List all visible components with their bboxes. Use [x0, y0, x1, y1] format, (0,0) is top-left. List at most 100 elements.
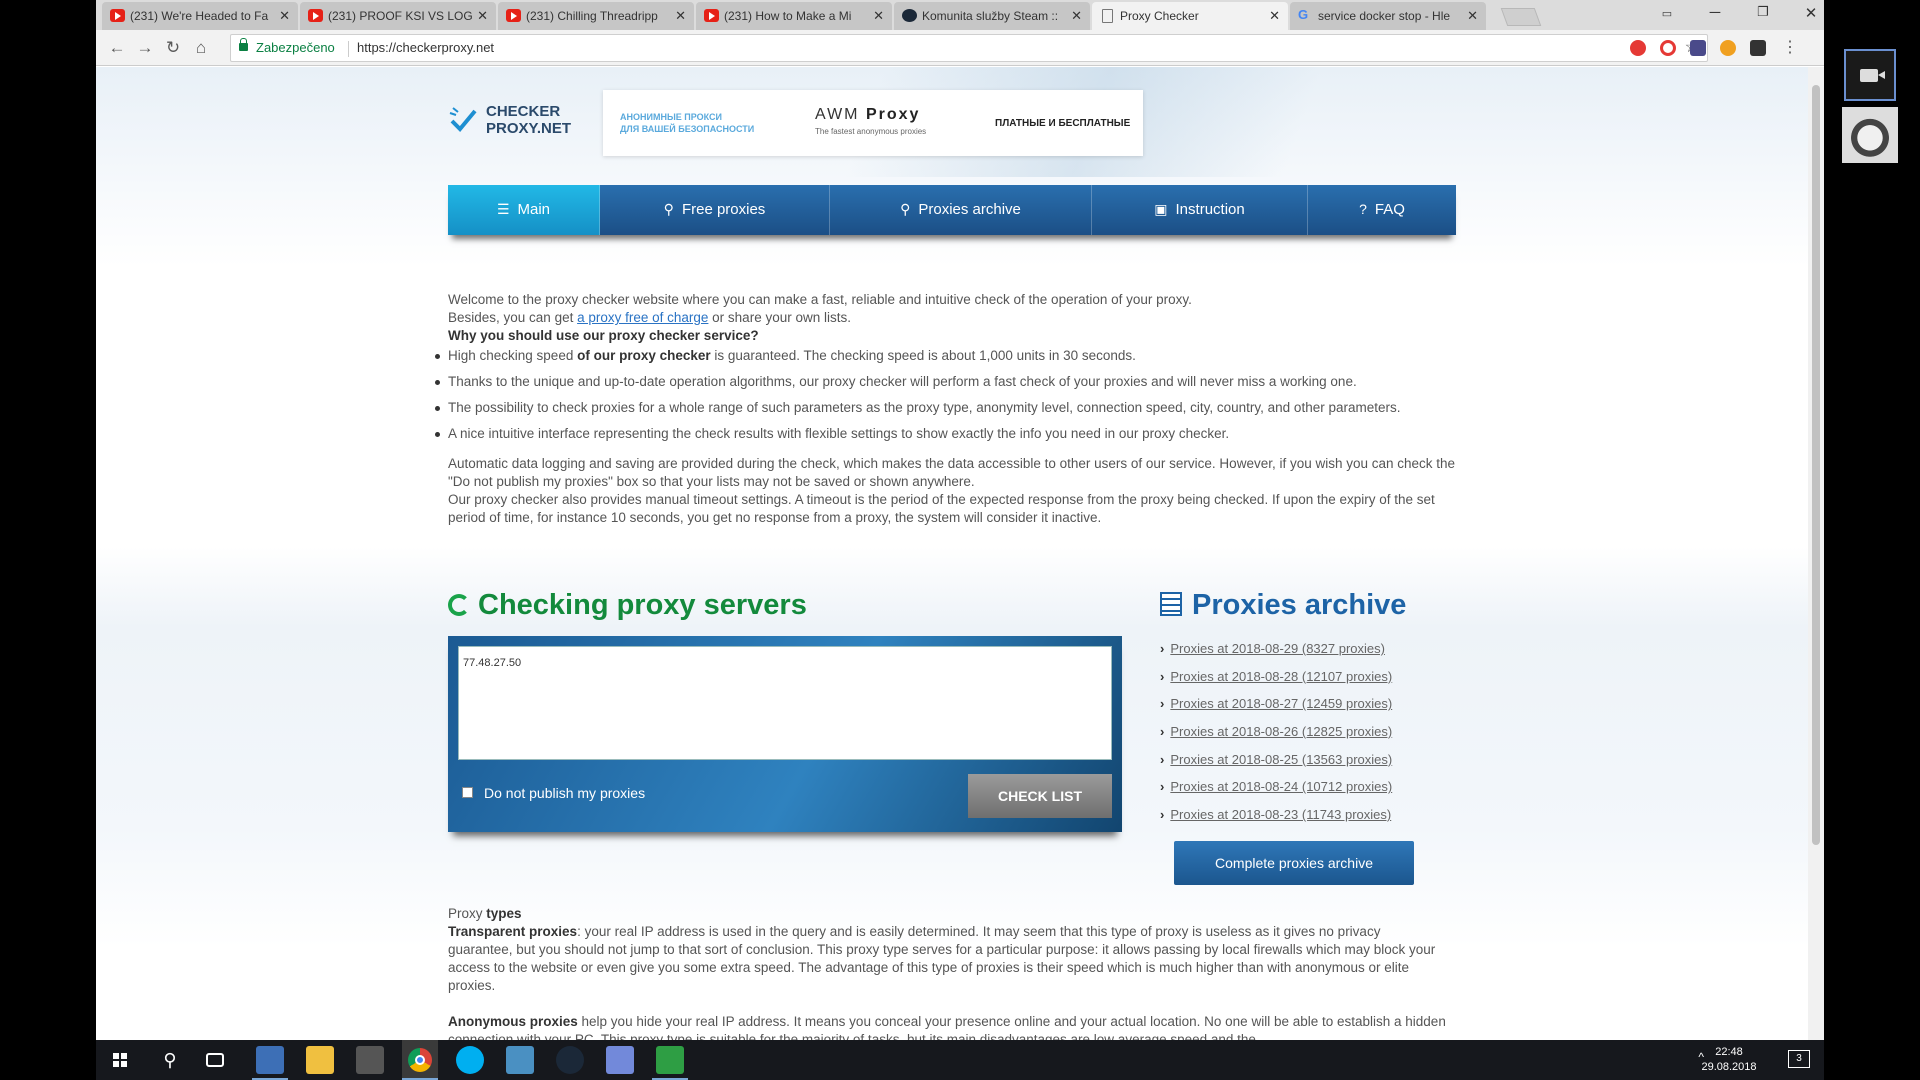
- notification-icon[interactable]: 3: [1788, 1050, 1810, 1068]
- profile-icon[interactable]: ▭: [1652, 7, 1682, 20]
- opera-icon[interactable]: [1660, 40, 1676, 56]
- steam-icon[interactable]: [556, 1046, 584, 1074]
- scrollbar-thumb[interactable]: [1812, 85, 1820, 845]
- close-icon[interactable]: ✕: [1071, 2, 1082, 30]
- extension-icon[interactable]: [1750, 40, 1766, 56]
- ad-banner[interactable]: АНОНИМНЫЕ ПРОКСИ ДЛЯ ВАШЕЙ БЕЗОПАСНОСТИ …: [603, 90, 1143, 156]
- tab-title: Komunita služby Steam ::: [922, 9, 1059, 23]
- archive-item[interactable]: Proxies at 2018-08-27 (12459 proxies): [1160, 693, 1392, 721]
- archive-item[interactable]: Proxies at 2018-08-26 (12825 proxies): [1160, 721, 1392, 749]
- nav-faq[interactable]: ? FAQ: [1308, 185, 1456, 235]
- close-icon[interactable]: ✕: [675, 2, 686, 30]
- home-icon[interactable]: ⌂: [190, 37, 212, 59]
- text-bold: Anonymous proxies: [448, 1014, 578, 1029]
- archive-link[interactable]: Proxies at 2018-08-24 (10712 proxies): [1170, 779, 1392, 794]
- archive-title: Proxies archive: [1192, 589, 1407, 621]
- archive-link[interactable]: Proxies at 2018-08-28 (12107 proxies): [1170, 669, 1392, 684]
- avatar: [1842, 107, 1898, 163]
- tab-steam[interactable]: Komunita služby Steam :: ✕: [894, 2, 1090, 30]
- notepad-icon[interactable]: [656, 1046, 684, 1074]
- close-icon[interactable]: ✕: [1269, 2, 1280, 30]
- archive-item[interactable]: Proxies at 2018-08-23 (11743 proxies): [1160, 804, 1392, 832]
- nav-free-proxies[interactable]: ⚲ Free proxies: [600, 185, 830, 235]
- timeout-paragraph: Our proxy checker also provides manual t…: [448, 492, 1435, 525]
- text: help you hide your real IP address. It m…: [448, 1014, 1446, 1040]
- menu-dots-icon[interactable]: ⋮: [1782, 40, 1798, 56]
- skype-icon[interactable]: [456, 1046, 484, 1074]
- search-icon[interactable]: ⚲: [156, 1046, 184, 1074]
- tab-title: (231) Chilling Threadripp: [526, 9, 658, 23]
- discord-icon[interactable]: [606, 1046, 634, 1074]
- tab-strip: (231) We're Headed to Fa ✕ (231) PROOF KS…: [96, 0, 1824, 30]
- page-scrollbar[interactable]: [1808, 67, 1824, 1040]
- close-window-button[interactable]: ✕: [1796, 4, 1826, 22]
- tab-title: service docker stop - Hle: [1318, 9, 1451, 23]
- close-icon[interactable]: ✕: [1467, 2, 1478, 30]
- archive-icon: [1160, 592, 1182, 616]
- extension-icon[interactable]: [1720, 40, 1736, 56]
- checker-title: Checking proxy servers: [478, 589, 807, 621]
- lock-icon: [239, 38, 248, 51]
- minimize-button[interactable]: ─: [1700, 4, 1730, 21]
- archive-link[interactable]: Proxies at 2018-08-26 (12825 proxies): [1170, 724, 1392, 739]
- windows-start-icon[interactable]: [106, 1046, 134, 1074]
- banner-text: ПЛАТНЫЕ И БЕСПЛАТНЫЕ: [995, 118, 1131, 129]
- camera-overlay[interactable]: [1844, 49, 1896, 101]
- taskbar: ⚲ ^ 22:48 29.08.2018 3: [96, 1040, 1824, 1080]
- nav-label: Proxies archive: [918, 201, 1021, 218]
- time: 22:48: [1715, 1046, 1743, 1058]
- complete-archive-button[interactable]: Complete proxies archive: [1174, 841, 1414, 885]
- close-icon[interactable]: ✕: [873, 2, 884, 30]
- adblock-icon[interactable]: [1630, 40, 1646, 56]
- network-app-icon[interactable]: [256, 1046, 284, 1074]
- archive-item[interactable]: Proxies at 2018-08-25 (13563 proxies): [1160, 749, 1392, 777]
- no-publish-checkbox[interactable]: [462, 787, 473, 798]
- back-icon[interactable]: ←: [106, 37, 128, 59]
- archive-item[interactable]: Proxies at 2018-08-29 (8327 proxies): [1160, 638, 1392, 666]
- task-view-icon[interactable]: [206, 1053, 224, 1067]
- logo-text: CHECKER PROXY.NET: [486, 103, 571, 137]
- reload-icon[interactable]: ↻: [162, 37, 184, 59]
- checker-heading: Checking proxy servers: [448, 589, 807, 622]
- archive-item[interactable]: Proxies at 2018-08-28 (12107 proxies): [1160, 666, 1392, 694]
- restore-button[interactable]: ❐: [1748, 4, 1778, 20]
- tab-youtube-4[interactable]: (231) How to Make a Mi ✕: [696, 2, 892, 30]
- app-icon[interactable]: [506, 1046, 534, 1074]
- feature-item: High checking speed of our proxy checker…: [435, 345, 1458, 367]
- nav-proxies-archive[interactable]: ⚲ Proxies archive: [830, 185, 1092, 235]
- tab-youtube-1[interactable]: (231) We're Headed to Fa ✕: [102, 2, 298, 30]
- file-explorer-icon[interactable]: [306, 1046, 334, 1074]
- archive-link[interactable]: Proxies at 2018-08-29 (8327 proxies): [1170, 641, 1385, 656]
- archive-link[interactable]: Proxies at 2018-08-23 (11743 proxies): [1170, 807, 1391, 822]
- clock[interactable]: 22:48 29.08.2018: [1694, 1045, 1764, 1075]
- nav-main[interactable]: ☰ Main: [448, 185, 600, 235]
- tab-youtube-3[interactable]: (231) Chilling Threadripp ✕: [498, 2, 694, 30]
- tab-proxy-checker[interactable]: Proxy Checker ✕: [1092, 2, 1288, 30]
- chrome-taskbar-item[interactable]: [402, 1040, 438, 1080]
- new-tab-button[interactable]: [1500, 8, 1542, 26]
- forward-icon[interactable]: →: [134, 37, 156, 59]
- intro-paragraph: Welcome to the proxy checker website whe…: [448, 292, 1192, 307]
- divider: [348, 41, 349, 57]
- archive-link[interactable]: Proxies at 2018-08-27 (12459 proxies): [1170, 696, 1392, 711]
- free-proxy-link[interactable]: a proxy free of charge: [577, 310, 708, 325]
- archive-heading: Proxies archive: [1160, 589, 1406, 622]
- check-list-button[interactable]: CHECK LIST: [968, 774, 1112, 818]
- archive-item[interactable]: Proxies at 2018-08-24 (10712 proxies): [1160, 776, 1392, 804]
- tab-youtube-2[interactable]: (231) PROOF KSI VS LOG ✕: [300, 2, 496, 30]
- youtube-icon: [308, 9, 323, 22]
- close-icon[interactable]: ✕: [279, 2, 290, 30]
- tab-google[interactable]: Gservice docker stop - Hle ✕: [1290, 2, 1486, 30]
- archive-link[interactable]: Proxies at 2018-08-25 (13563 proxies): [1170, 752, 1392, 767]
- logo-line2: PROXY.NET: [486, 120, 572, 137]
- transparent-paragraph: Transparent proxies: your real IP addres…: [448, 923, 1448, 995]
- nav-instruction[interactable]: ▣ Instruction: [1092, 185, 1308, 235]
- address-bar[interactable]: Zabezpečeno https://checkerproxy.net ☆: [230, 34, 1708, 62]
- text-bold: Transparent proxies: [448, 924, 578, 939]
- book-icon: ▣: [1154, 201, 1168, 217]
- proxy-list-input[interactable]: [458, 646, 1112, 760]
- extension-icon[interactable]: [1690, 40, 1706, 56]
- app-icon[interactable]: [356, 1046, 384, 1074]
- close-icon[interactable]: ✕: [477, 2, 488, 30]
- url-text[interactable]: https://checkerproxy.net: [357, 35, 494, 61]
